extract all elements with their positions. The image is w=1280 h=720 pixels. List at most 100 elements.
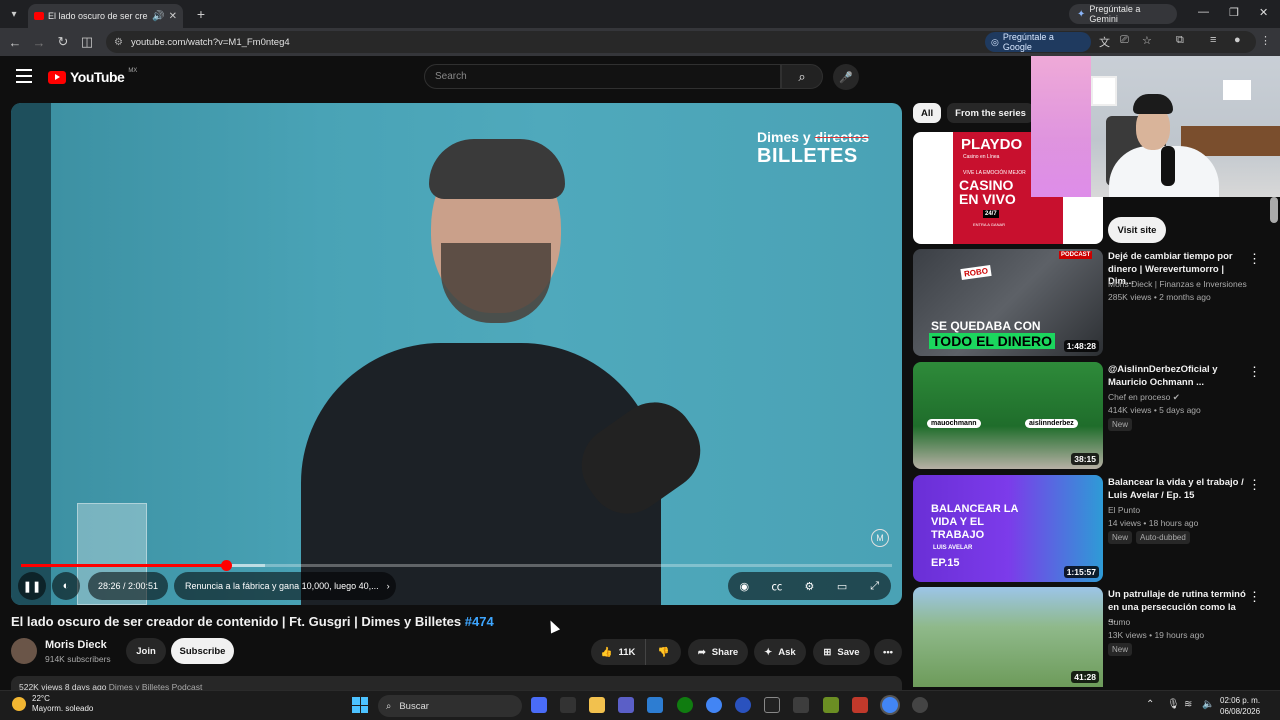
teams-icon[interactable] — [618, 697, 634, 713]
recommended-video[interactable]: mauochmann aislinnderbez 38:15 @AislinnD… — [913, 362, 1263, 469]
visit-site-button[interactable]: Visit site — [1108, 217, 1166, 243]
epic-games-icon[interactable] — [560, 697, 576, 713]
fullscreen-icon[interactable]: ⤢ — [859, 580, 891, 593]
channel-name[interactable]: El Punto — [1108, 505, 1140, 515]
tray-chevron-icon[interactable]: ⌃ — [1146, 699, 1154, 710]
side-panel-icon[interactable]: ◫ — [75, 34, 99, 50]
site-info-icon[interactable]: ⚙ — [114, 37, 123, 48]
mouse-cursor-icon — [545, 618, 561, 634]
progress-bar[interactable] — [21, 560, 892, 571]
profile-avatar-icon[interactable]: ● — [1234, 34, 1241, 46]
close-tab-icon[interactable]: ✕ — [169, 11, 177, 22]
tab-search-icon[interactable]: ▾ — [0, 0, 28, 28]
new-tab-button[interactable]: + — [189, 6, 213, 22]
voice-app-icon[interactable] — [852, 697, 868, 713]
join-button[interactable]: Join — [126, 638, 166, 664]
gemini-button[interactable]: ✦ Pregúntale a Gemini — [1069, 4, 1177, 24]
channel-name[interactable]: Sumo — [1108, 617, 1130, 627]
file-explorer-icon[interactable] — [589, 697, 605, 713]
more-vertical-icon[interactable]: ⋮ — [1248, 589, 1261, 605]
photos-icon[interactable] — [647, 697, 663, 713]
channel-name[interactable]: Moris Dieck | Finanzas e Inversiones — [1108, 279, 1247, 289]
speaker-icon[interactable]: 🔈 — [1202, 699, 1214, 710]
chapter-button[interactable]: Renuncia a la fábrica y gana 10,000, lue… — [174, 572, 396, 600]
ask-button[interactable]: ✦ Ask — [754, 639, 806, 665]
more-vertical-icon[interactable]: ⋮ — [1248, 251, 1261, 267]
start-button[interactable] — [352, 697, 368, 713]
youtube-logo[interactable]: YouTube MX — [48, 68, 137, 85]
channel-avatar[interactable] — [11, 638, 37, 664]
autoplay-toggle-icon[interactable]: ◉ — [728, 580, 760, 593]
pause-button[interactable]: ❚❚ — [18, 572, 46, 600]
minecraft-icon[interactable] — [823, 697, 839, 713]
more-vertical-icon[interactable]: ⋮ — [1248, 364, 1261, 380]
davinci-icon[interactable] — [793, 697, 809, 713]
video-meta: 14 views • 18 hours ago — [1108, 518, 1199, 528]
close-window-icon[interactable]: ✕ — [1259, 6, 1268, 19]
obs-icon[interactable] — [912, 697, 928, 713]
search-input[interactable]: Search — [424, 64, 781, 89]
ea-app-icon[interactable] — [735, 697, 751, 713]
settings-gear-icon[interactable]: ⚙ — [793, 580, 825, 593]
weather-widget[interactable]: 22°C Mayorm. soleado — [12, 694, 93, 714]
share-button[interactable]: ➦ Share — [688, 639, 748, 665]
more-actions-button[interactable]: ••• — [874, 639, 902, 665]
video-player[interactable]: Dimes y directos BILLETES M ❚❚ ◐ 28:26 /… — [11, 103, 902, 605]
video-title[interactable]: @AislinnDerbezOficial y Mauricio Ochmann… — [1108, 364, 1246, 389]
ask-google-button[interactable]: ◎ Pregúntale a Google — [985, 32, 1091, 52]
channel-name[interactable]: Chef en proceso ✔ — [1108, 392, 1180, 403]
microphone-tray-icon[interactable]: 🎙 — [1167, 699, 1180, 710]
host-figure — [301, 139, 716, 605]
video-title[interactable]: Balancear la vida y el trabajo / Luis Av… — [1108, 477, 1246, 502]
back-icon[interactable]: ← — [3, 35, 27, 50]
youtube-wordmark: YouTube — [70, 69, 125, 85]
recommended-video[interactable]: 41:28 Un patrullaje de rutina terminó en… — [913, 587, 1263, 687]
chrome-active-icon[interactable] — [882, 697, 898, 713]
menu-kebab-icon[interactable]: ⋮ — [1260, 34, 1271, 47]
chip-all[interactable]: All — [913, 103, 942, 123]
subscribe-button[interactable]: Subscribe — [171, 638, 234, 664]
chip-from-series[interactable]: From the series — [947, 103, 1034, 123]
recommended-video[interactable]: BALANCEAR LA VIDA Y EL TRABAJO LUIS AVEL… — [913, 475, 1263, 582]
cast-icon[interactable]: ⎚ — [1120, 34, 1129, 47]
thumb-line1: BALANCEAR LA VIDA Y EL TRABAJO — [931, 503, 1018, 541]
reload-icon[interactable]: ↻ — [51, 34, 75, 50]
system-clock[interactable]: 02:06 p. m. 06/08/2026 — [1220, 695, 1260, 717]
audio-playing-icon[interactable]: 🔊 — [152, 11, 164, 22]
video-thumbnail[interactable]: BALANCEAR LA VIDA Y EL TRABAJO LUIS AVEL… — [913, 475, 1103, 582]
save-button[interactable]: ⊞ Save — [813, 639, 870, 665]
extensions-icon[interactable]: ⧉ — [1176, 34, 1184, 47]
media-controls-icon[interactable]: ≡ — [1210, 34, 1216, 46]
like-button[interactable]: 👍 11K — [591, 639, 645, 665]
thumb-ep: EP.15 — [931, 557, 960, 569]
channel-name[interactable]: Moris Dieck — [45, 639, 107, 651]
search-button[interactable]: ⌕ — [781, 64, 823, 89]
video-hashtag[interactable]: #474 — [465, 614, 494, 629]
theater-mode-icon[interactable]: ▭ — [826, 580, 858, 593]
guide-menu-icon[interactable] — [16, 69, 32, 87]
video-thumbnail[interactable]: 41:28 — [913, 587, 1103, 687]
restore-icon[interactable]: ❐ — [1229, 6, 1239, 19]
browser-tab[interactable]: El lado oscuro de ser creador de conteni… — [28, 4, 183, 28]
more-vertical-icon[interactable]: ⋮ — [1248, 477, 1261, 493]
video-thumbnail[interactable]: mauochmann aislinnderbez 38:15 — [913, 362, 1103, 469]
wifi-icon[interactable]: ≋ — [1184, 699, 1192, 710]
volume-button[interactable]: ◐ — [52, 572, 80, 600]
voice-search-button[interactable]: 🎤 — [833, 64, 859, 90]
ad-headline: CASINO EN VIVO — [959, 177, 1016, 207]
dislike-button[interactable]: 👎 — [645, 639, 681, 665]
recommended-video[interactable]: PODCAST ROBO SE QUEDABA CON TODO EL DINE… — [913, 249, 1263, 356]
subtitles-icon[interactable]: ㏄ — [761, 578, 793, 594]
scrubber-handle[interactable] — [221, 560, 233, 571]
page-scrollbar[interactable] — [1270, 197, 1278, 223]
translate-icon[interactable]: 文 — [1099, 34, 1110, 50]
capcut-icon[interactable] — [764, 697, 780, 713]
chrome-icon[interactable] — [706, 697, 722, 713]
xbox-icon[interactable] — [677, 697, 693, 713]
forward-icon[interactable]: → — [27, 35, 51, 50]
taskbar-search[interactable]: ⌕ Buscar — [378, 695, 522, 717]
bookmark-star-icon[interactable]: ☆ — [1142, 34, 1152, 47]
video-thumbnail[interactable]: PODCAST ROBO SE QUEDABA CON TODO EL DINE… — [913, 249, 1103, 356]
minimize-icon[interactable]: — — [1198, 6, 1209, 18]
copilot-app-icon[interactable] — [531, 697, 547, 713]
